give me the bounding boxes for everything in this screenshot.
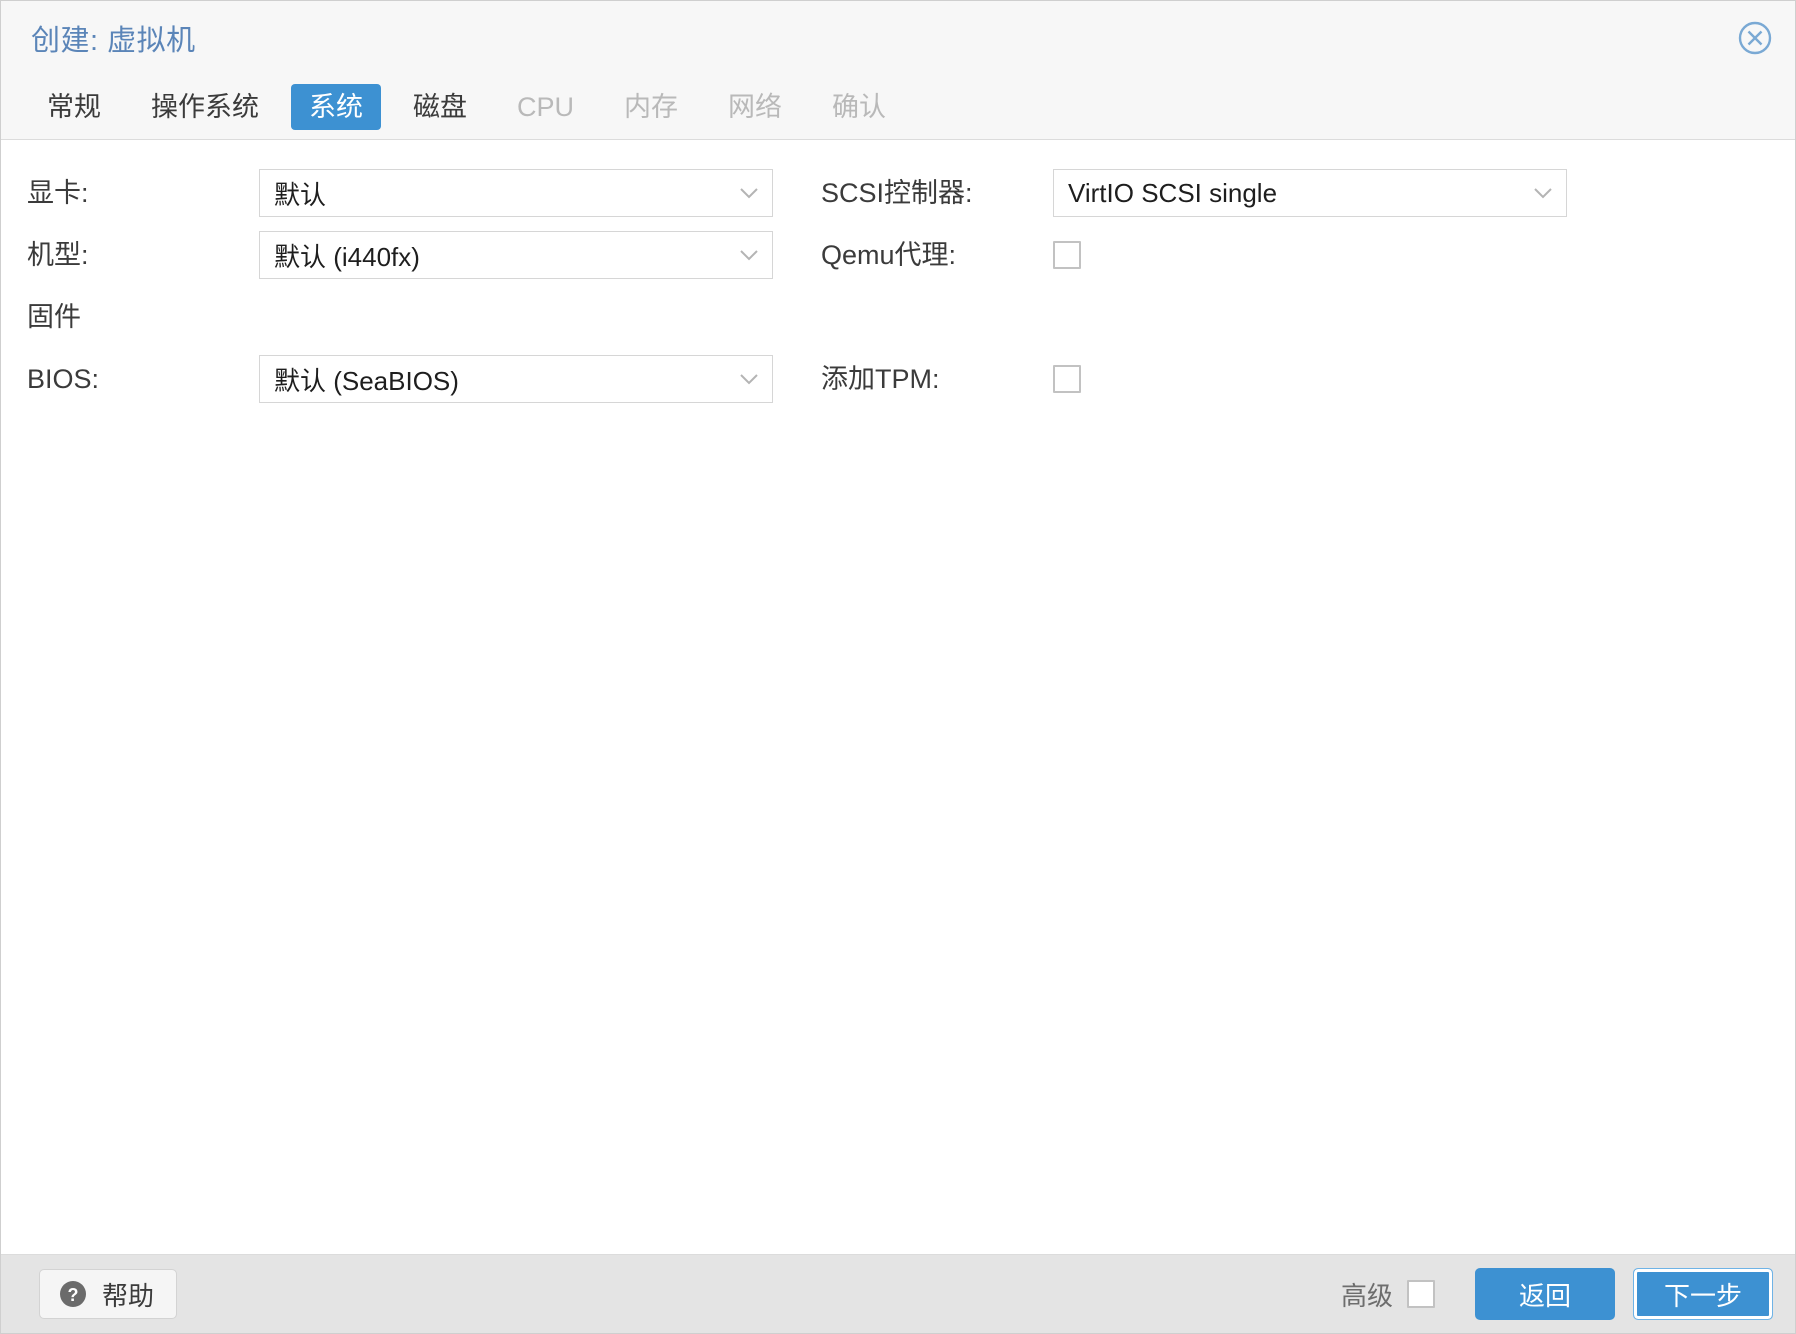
chevron-down-icon xyxy=(1532,182,1554,204)
add-tpm-label: 添加TPM: xyxy=(821,364,940,394)
tab-general[interactable]: 常规 xyxy=(29,84,119,130)
tab-cpu: CPU xyxy=(517,92,575,122)
bios-label: BIOS: xyxy=(27,364,100,394)
form-row-graphics-scsi: 显卡: 默认 SCSI控制器: VirtIO SCSI single xyxy=(27,162,1769,224)
graphic-card-select[interactable]: 默认 xyxy=(259,169,773,217)
machine-type-select[interactable]: 默认 (i440fx) xyxy=(259,231,773,279)
question-mark-circle-icon: ? xyxy=(58,1279,88,1309)
help-button-label: 帮助 xyxy=(102,1280,155,1311)
graphic-card-value: 默认 xyxy=(274,179,327,210)
advanced-label: 高级 xyxy=(1340,1280,1393,1311)
system-form: 显卡: 默认 SCSI控制器: VirtIO SCSI single 机型: 默… xyxy=(1,140,1795,410)
form-row-firmware-header: 固件 xyxy=(27,286,1769,348)
scsi-controller-label: SCSI控制器: xyxy=(821,178,973,208)
svg-text:?: ? xyxy=(68,1285,79,1305)
qemu-agent-label: Qemu代理: xyxy=(821,240,957,270)
system-settings-panel: 显卡: 默认 SCSI控制器: VirtIO SCSI single 机型: 默… xyxy=(1,139,1795,1255)
machine-type-label: 机型: xyxy=(27,240,89,270)
form-row-bios-tpm: BIOS: 默认 (SeaBIOS) 添加TPM: xyxy=(27,348,1769,410)
tab-memory: 内存 xyxy=(624,92,679,122)
form-row-machine-qemuagent: 机型: 默认 (i440fx) Qemu代理: xyxy=(27,224,1769,286)
scsi-controller-value: VirtIO SCSI single xyxy=(1068,177,1278,208)
bios-select[interactable]: 默认 (SeaBIOS) xyxy=(259,355,773,403)
back-button[interactable]: 返回 xyxy=(1475,1268,1615,1320)
chevron-down-icon xyxy=(738,368,760,390)
firmware-section-label: 固件 xyxy=(27,302,81,332)
add-tpm-checkbox[interactable] xyxy=(1053,365,1081,393)
dialog-footer: ? 帮助 高级 返回 下一步 xyxy=(1,1255,1795,1333)
dialog-title: 创建: 虚拟机 xyxy=(31,25,196,57)
bios-value: 默认 (SeaBIOS) xyxy=(274,365,459,396)
chevron-down-icon xyxy=(738,182,760,204)
scsi-controller-select[interactable]: VirtIO SCSI single xyxy=(1053,169,1567,217)
chevron-down-icon xyxy=(738,244,760,266)
dialog-titlebar: 创建: 虚拟机 xyxy=(1,1,1795,75)
machine-type-value: 默认 (i440fx) xyxy=(274,241,420,272)
help-button[interactable]: ? 帮助 xyxy=(39,1269,178,1319)
tab-bar: 常规 操作系统 系统 磁盘 CPU 内存 网络 确认 xyxy=(1,75,1795,139)
tab-disks[interactable]: 磁盘 xyxy=(395,84,485,130)
close-icon[interactable] xyxy=(1735,18,1775,58)
tab-network: 网络 xyxy=(728,92,783,122)
tab-system[interactable]: 系统 xyxy=(291,84,381,130)
tab-confirm: 确认 xyxy=(832,92,887,122)
tab-os[interactable]: 操作系统 xyxy=(133,84,277,130)
advanced-checkbox[interactable] xyxy=(1407,1280,1435,1308)
create-vm-dialog: 创建: 虚拟机 常规 操作系统 系统 磁盘 CPU 内存 网络 确认 显卡: 默… xyxy=(0,0,1796,1334)
qemu-agent-checkbox[interactable] xyxy=(1053,241,1081,269)
advanced-toggle[interactable]: 高级 xyxy=(1341,1276,1435,1313)
next-button[interactable]: 下一步 xyxy=(1633,1268,1773,1320)
graphic-card-label: 显卡: xyxy=(27,178,89,208)
